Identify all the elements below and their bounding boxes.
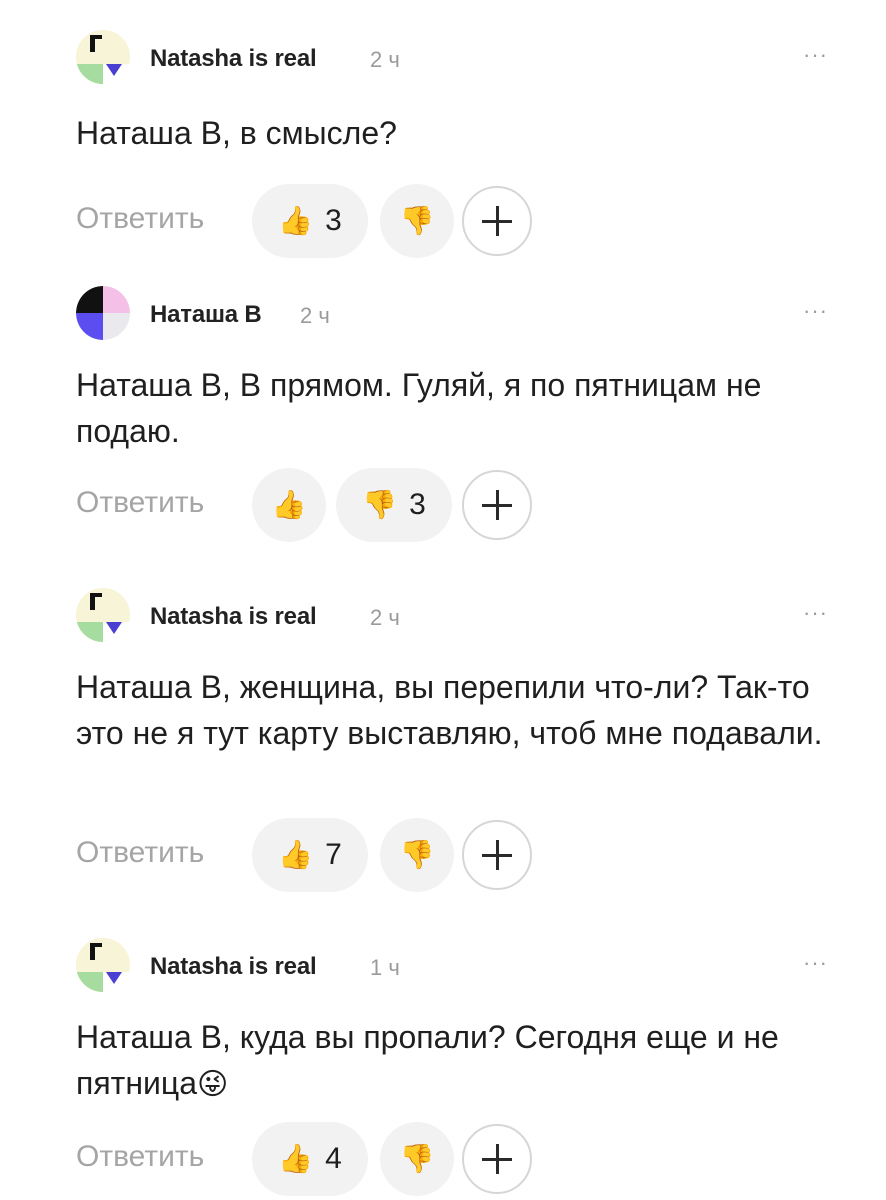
comment-time: 2 ч: [370, 47, 400, 72]
winking-tongue-emoji-icon: 😜: [196, 1068, 229, 1101]
comment-actions: Ответить 👍 3 👎: [76, 184, 576, 258]
comment-item: Natasha is real 1 ч ··· Наташа В, куда в…: [0, 938, 886, 1196]
thumbs-up-icon: 👍: [271, 489, 307, 520]
comment-text: Наташа В, женщина, вы перепили что-ли? Т…: [76, 669, 823, 751]
thumbs-down-icon: 👎: [399, 839, 435, 870]
comment-header: Наташа В 2 ч ···: [0, 286, 886, 346]
comment-actions: Ответить 👍 7 👎: [76, 818, 576, 892]
reply-button[interactable]: Ответить: [76, 1140, 204, 1174]
like-count: 7: [325, 838, 342, 871]
author-name[interactable]: Natasha is real: [150, 953, 317, 981]
comment-actions: Ответить 👍 👎 3: [76, 468, 576, 542]
comment-actions: Ответить 👍 4 👎: [76, 1122, 576, 1196]
comment-time: 2 ч: [300, 303, 330, 328]
thumbs-up-icon: 👍: [278, 1143, 314, 1174]
like-button[interactable]: 👍 3: [252, 184, 368, 258]
more-dots-icon[interactable]: ···: [803, 952, 828, 974]
more-dots-icon[interactable]: ···: [803, 602, 828, 624]
comment-header: Natasha is real 2 ч ···: [0, 30, 886, 90]
dislike-button[interactable]: 👎: [380, 1122, 454, 1196]
avatar[interactable]: [76, 938, 130, 992]
comment-header: Natasha is real 1 ч ···: [0, 938, 886, 998]
reply-button[interactable]: Ответить: [76, 202, 204, 236]
reply-button[interactable]: Ответить: [76, 486, 204, 520]
like-button[interactable]: 👍: [252, 468, 326, 542]
dislike-button[interactable]: 👎: [380, 818, 454, 892]
comment-item: Natasha is real 2 ч ··· Наташа В, женщин…: [0, 588, 886, 892]
like-button[interactable]: 👍 7: [252, 818, 368, 892]
avatar[interactable]: [76, 588, 130, 642]
thumbs-up-icon: 👍: [278, 839, 314, 870]
thumbs-up-icon: 👍: [278, 205, 314, 236]
comment-header: Natasha is real 2 ч ···: [0, 588, 886, 648]
comment-time: 2 ч: [370, 605, 400, 630]
author-name[interactable]: Наташа В: [150, 301, 262, 329]
comment-text: Наташа В, В прямом. Гуляй, я по пятницам…: [76, 367, 762, 449]
like-count: 3: [325, 204, 342, 237]
comment-text: Наташа В, в смысле?: [76, 115, 397, 151]
dislike-button[interactable]: 👎: [380, 184, 454, 258]
thumbs-down-icon: 👎: [362, 489, 398, 520]
like-count: 4: [325, 1142, 342, 1175]
thumbs-down-icon: 👎: [399, 1143, 435, 1174]
add-reaction-button[interactable]: [462, 186, 532, 256]
comment-item: Наташа В 2 ч ··· Наташа В, В прямом. Гул…: [0, 286, 886, 542]
dislike-button[interactable]: 👎 3: [336, 468, 452, 542]
like-button[interactable]: 👍 4: [252, 1122, 368, 1196]
more-dots-icon[interactable]: ···: [803, 44, 828, 66]
add-reaction-button[interactable]: [462, 820, 532, 890]
thumbs-down-icon: 👎: [399, 205, 435, 236]
author-name[interactable]: Natasha is real: [150, 603, 317, 631]
comment-time: 1 ч: [370, 955, 400, 980]
comment-text-content: Наташа В, куда вы пропали? Сегодня еще и…: [76, 1019, 779, 1101]
dislike-count: 3: [409, 488, 426, 521]
more-dots-icon[interactable]: ···: [803, 300, 828, 322]
reply-button[interactable]: Ответить: [76, 836, 204, 870]
comments-feed: Natasha is real 2 ч ··· Наташа В, в смыс…: [0, 0, 886, 1200]
avatar[interactable]: [76, 30, 130, 84]
add-reaction-button[interactable]: [462, 1124, 532, 1194]
comment-item: Natasha is real 2 ч ··· Наташа В, в смыс…: [0, 30, 886, 258]
comment-text: Наташа В, куда вы пропали? Сегодня еще и…: [76, 1014, 856, 1108]
avatar[interactable]: [76, 286, 130, 340]
author-name[interactable]: Natasha is real: [150, 45, 317, 73]
add-reaction-button[interactable]: [462, 470, 532, 540]
